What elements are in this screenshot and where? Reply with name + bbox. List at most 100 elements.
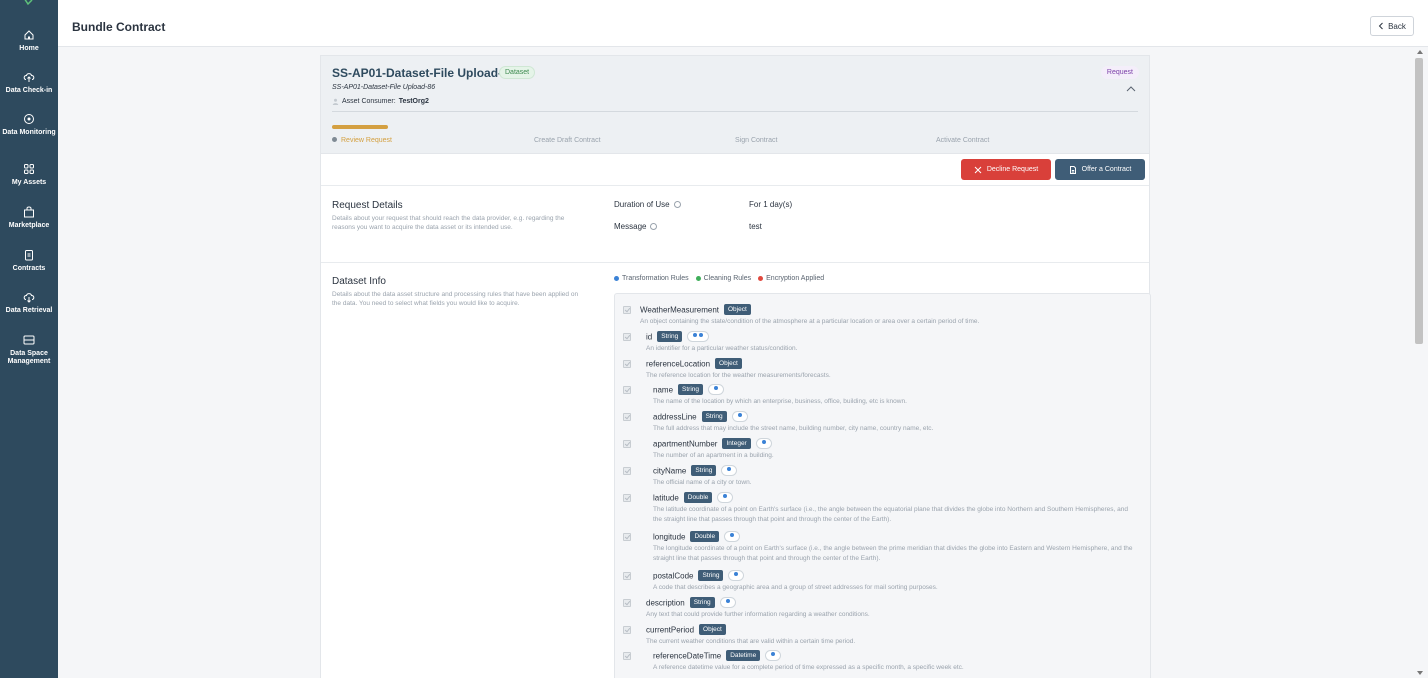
request-details-description: Details about your request that should r… bbox=[332, 215, 565, 231]
legend-cleaning: Cleaning Rules bbox=[695, 275, 752, 282]
field-name-text: apartmentNumber bbox=[653, 439, 718, 449]
asset-title: SS-AP01-Dataset-File Upload-86 bbox=[332, 66, 516, 80]
sidebar-item-data-retrieval[interactable]: Data Retrieval bbox=[0, 290, 58, 315]
field-name: latitude Double bbox=[653, 492, 734, 504]
field-name: cityName String bbox=[653, 465, 738, 477]
field-type-badge: Object bbox=[699, 624, 726, 635]
rules-legend: Transformation Rules Cleaning Rules Encr… bbox=[614, 275, 824, 282]
offer-contract-button[interactable]: Offer a Contract bbox=[1055, 159, 1145, 180]
field-checkbox[interactable] bbox=[623, 440, 631, 448]
dataset-info-title: Dataset Info bbox=[332, 276, 386, 287]
consumer-label: Asset Consumer: bbox=[342, 98, 396, 105]
step-activate-contract: Activate Contract bbox=[936, 137, 989, 144]
field-checkbox[interactable] bbox=[623, 533, 631, 541]
step-label: Sign Contract bbox=[735, 137, 778, 144]
field-name: addressLine String bbox=[653, 411, 748, 423]
top-strip bbox=[58, 0, 1428, 7]
header-divider bbox=[332, 111, 1138, 112]
legend-label: Cleaning Rules bbox=[703, 275, 752, 282]
sidebar-item-data-space-management[interactable]: Data Space Management bbox=[0, 333, 58, 366]
rule-indicator bbox=[717, 492, 734, 503]
step-review-request: Review Request bbox=[332, 136, 392, 144]
field-name: id String bbox=[646, 331, 710, 343]
field-description: The longitude coordinate of a point on E… bbox=[653, 545, 1133, 562]
message-label: Message bbox=[614, 222, 658, 231]
field-description: The latitude coordinate of a point on Ea… bbox=[653, 506, 1128, 523]
dataset-info-description: Details about the data asset structure a… bbox=[332, 291, 579, 307]
field-type-badge: String bbox=[678, 384, 703, 395]
field-checkbox[interactable] bbox=[623, 572, 631, 580]
field-checkbox[interactable] bbox=[623, 306, 631, 314]
sidebar: Home Data Check-in Data Monitoring My As… bbox=[0, 0, 58, 678]
chevron-up-icon[interactable] bbox=[1125, 84, 1137, 94]
grid-icon bbox=[22, 162, 36, 176]
field-description: Any text that could provide further info… bbox=[646, 611, 870, 618]
step-label: Review Request bbox=[341, 137, 392, 144]
field-description: The current weather conditions that are … bbox=[646, 638, 856, 645]
field-checkbox[interactable] bbox=[623, 652, 631, 660]
legend-dot bbox=[695, 276, 701, 281]
field-checkbox[interactable] bbox=[623, 626, 631, 634]
sidebar-item-label: Data Retrieval bbox=[5, 307, 53, 314]
sidebar-item-label: Data Monitoring bbox=[2, 129, 56, 136]
cloud-upload-icon bbox=[22, 70, 36, 84]
scroll-thumb[interactable] bbox=[1415, 58, 1423, 344]
field-type-badge: String bbox=[701, 411, 727, 422]
field-name: referenceLocation Object bbox=[646, 358, 742, 370]
legend-transformation: Transformation Rules bbox=[614, 275, 689, 282]
sidebar-item-data-monitoring[interactable]: Data Monitoring bbox=[0, 112, 58, 137]
field-description: An object containing the state/condition… bbox=[640, 318, 980, 325]
page-scrollbar[interactable] bbox=[1414, 48, 1424, 678]
rule-indicator bbox=[719, 597, 736, 608]
rule-indicator bbox=[728, 570, 745, 581]
info-icon[interactable] bbox=[650, 223, 658, 230]
info-icon[interactable] bbox=[673, 201, 681, 208]
rule-dot bbox=[725, 599, 730, 603]
field-name-text: referenceDateTime bbox=[653, 651, 722, 661]
rule-dot bbox=[734, 572, 739, 576]
chevron-left-icon bbox=[1378, 22, 1383, 30]
sidebar-item-home[interactable]: Home bbox=[0, 28, 58, 53]
field-type-badge: Double bbox=[683, 492, 713, 503]
legend-label: Encryption Applied bbox=[766, 275, 825, 282]
page-title: Bundle Contract bbox=[72, 20, 166, 34]
rule-indicator bbox=[721, 465, 738, 476]
field-name-text: WeatherMeasurement bbox=[640, 305, 719, 315]
home-icon bbox=[22, 28, 36, 42]
contract-card: SS-AP01-Dataset-File Upload-86 Dataset S… bbox=[320, 55, 1151, 678]
field-type-badge: Object bbox=[724, 304, 751, 315]
request-details-title: Request Details bbox=[332, 200, 403, 211]
field-name: WeatherMeasurement Object bbox=[640, 304, 751, 316]
rule-indicator bbox=[708, 384, 724, 395]
field-checkbox[interactable] bbox=[623, 494, 631, 502]
card-header: SS-AP01-Dataset-File Upload-86 Dataset S… bbox=[321, 56, 1149, 154]
rule-dot bbox=[714, 386, 718, 390]
field-checkbox[interactable] bbox=[623, 386, 631, 394]
field-checkbox[interactable] bbox=[623, 360, 631, 368]
field-type-badge: String bbox=[691, 465, 717, 476]
field-checkbox[interactable] bbox=[623, 599, 631, 607]
field-checkbox[interactable] bbox=[623, 413, 631, 421]
back-button[interactable]: Back bbox=[1370, 16, 1414, 36]
sidebar-item-my-assets[interactable]: My Assets bbox=[0, 162, 58, 187]
field-name: currentPeriod Object bbox=[646, 624, 726, 636]
legend-encryption: Encryption Applied bbox=[758, 275, 824, 282]
sidebar-item-contracts[interactable]: Contracts bbox=[0, 248, 58, 273]
sidebar-item-data-check-in[interactable]: Data Check-in bbox=[0, 70, 58, 95]
step-sign-contract: Sign Contract bbox=[735, 137, 777, 144]
field-checkbox[interactable] bbox=[623, 333, 631, 341]
field-checkbox[interactable] bbox=[623, 467, 631, 475]
offer-button-label: Offer a Contract bbox=[1081, 166, 1132, 173]
decline-request-button[interactable]: Decline Request bbox=[961, 159, 1051, 180]
duration-label-text: Duration of Use bbox=[614, 200, 670, 209]
dataset-field-tree: WeatherMeasurement Object An object conta… bbox=[614, 293, 1151, 678]
sidebar-item-marketplace[interactable]: Marketplace bbox=[0, 205, 58, 230]
field-description: The number of an apartment in a building… bbox=[653, 452, 774, 459]
document-icon bbox=[1069, 165, 1076, 174]
status-badge: Request bbox=[1100, 66, 1139, 79]
field-name: referenceDateTime Datetime bbox=[653, 650, 782, 662]
scroll-down-icon[interactable] bbox=[1417, 671, 1423, 675]
scroll-up-icon[interactable] bbox=[1417, 50, 1423, 54]
field-type-badge: String bbox=[698, 570, 724, 581]
step-label: Activate Contract bbox=[936, 137, 990, 144]
